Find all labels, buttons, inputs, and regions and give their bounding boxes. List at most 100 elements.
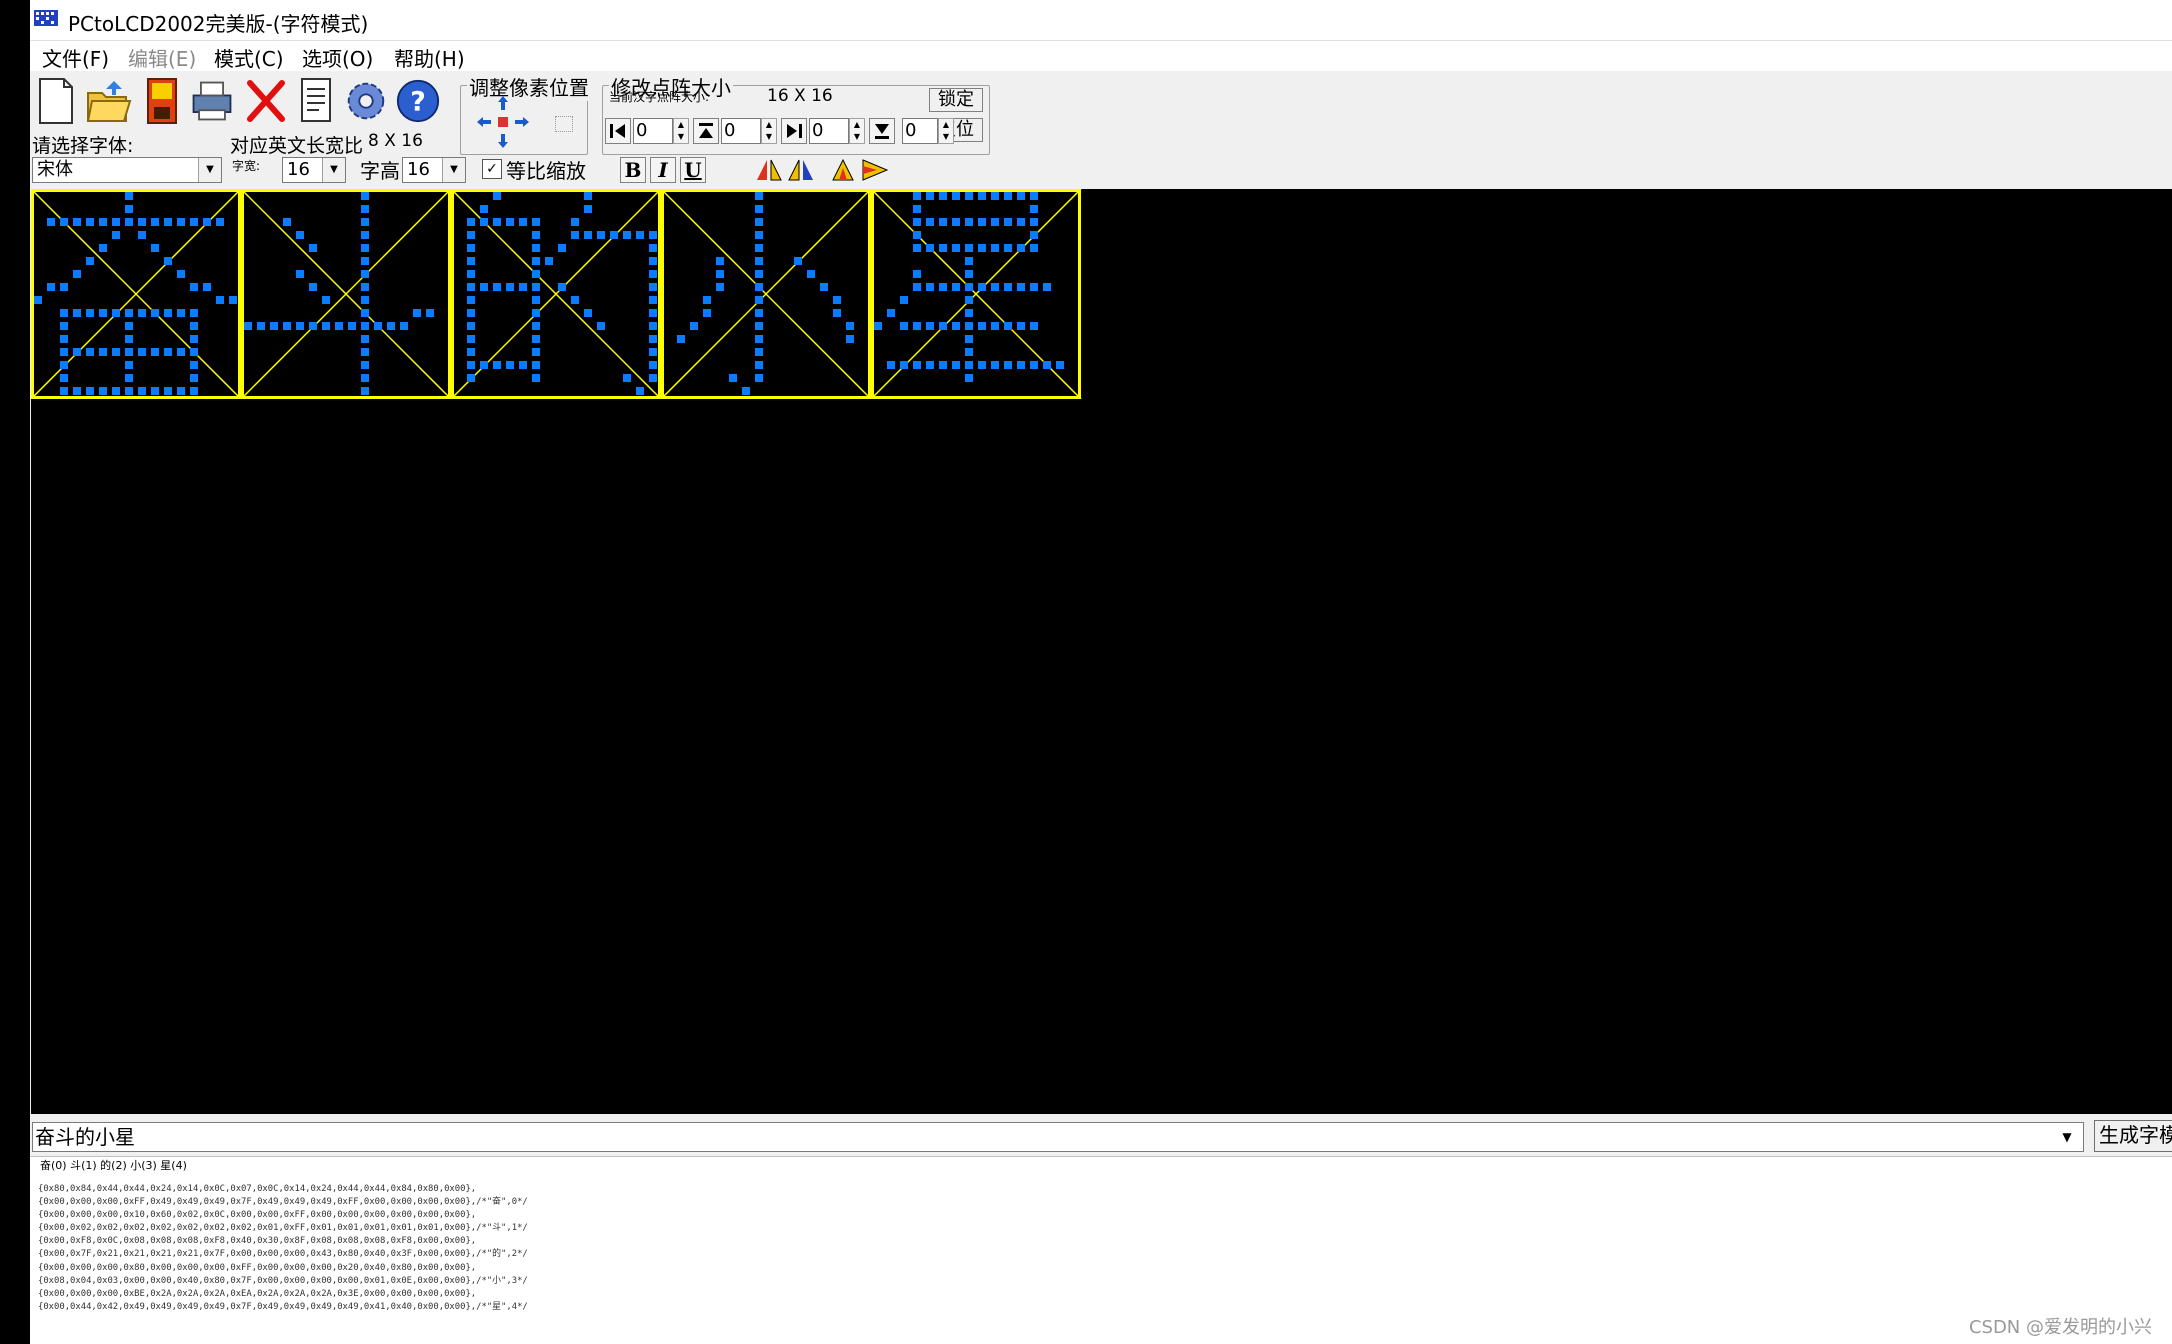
glyph-dot [913, 361, 921, 369]
rotate-icon[interactable] [786, 157, 816, 183]
glyph-dot [519, 218, 527, 226]
menu-options[interactable]: 选项(O) [302, 43, 373, 72]
glyph-dot [1004, 192, 1012, 200]
glyph-dot [926, 218, 934, 226]
bottom-margin-input[interactable]: 0 [902, 118, 938, 144]
open-folder-icon[interactable] [84, 73, 132, 129]
settings-gear-icon[interactable] [342, 73, 390, 129]
glyph-dot [1030, 361, 1038, 369]
glyph-dot [480, 218, 488, 226]
bold-button[interactable]: B [620, 157, 646, 183]
glyph-dot [60, 335, 68, 343]
help-icon[interactable]: ? [394, 73, 442, 129]
glyph-dot [467, 257, 475, 265]
glyph-dot [926, 361, 934, 369]
glyph-cell[interactable] [450, 189, 662, 399]
proportional-checkbox[interactable]: ✓ [482, 159, 502, 179]
left-margin-spinner[interactable]: ▲ ▼ [673, 118, 689, 144]
glyph-dot [86, 218, 94, 226]
glyph-cell[interactable] [870, 189, 1082, 399]
glyph-dot [649, 309, 657, 317]
width-combobox[interactable]: 16 ▼ [282, 157, 346, 183]
glyph-dot [1030, 322, 1038, 330]
glyph-dot [216, 218, 224, 226]
generate-font-button[interactable]: 生成字模 [2094, 1120, 2172, 1152]
dot-matrix-canvas[interactable] [31, 189, 2172, 1114]
glyph-cell[interactable] [240, 189, 452, 399]
character-input[interactable]: 奋斗的小星 [32, 1122, 2084, 1152]
right-margin-spinner[interactable]: ▲ ▼ [849, 118, 865, 144]
glyph-dot [532, 335, 540, 343]
glyph-dot [965, 218, 973, 226]
height-label: 字高 [360, 159, 400, 183]
chevron-down-icon[interactable]: ▼ [322, 158, 345, 182]
glyph-dot [138, 348, 146, 356]
save-icon[interactable] [138, 73, 186, 129]
mirror-vertical-icon[interactable] [828, 157, 858, 183]
output-char-tabs[interactable]: 奋(0) 斗(1) 的(2) 小(3) 星(4) [40, 1157, 187, 1173]
current-size-label: 当前汉字点阵大小: [609, 90, 710, 104]
chevron-down-icon[interactable]: ▼ [2052, 1123, 2082, 1151]
glyph-dot [99, 218, 107, 226]
new-file-icon[interactable] [32, 73, 80, 129]
width-combobox-value: 16 [287, 159, 310, 180]
glyph-dot [584, 309, 592, 317]
output-code-line: {0x00,0x02,0x02,0x02,0x02,0x02,0x02,0x02… [38, 1223, 528, 1234]
glyph-dot [952, 218, 960, 226]
output-code-text[interactable]: {0x80,0x84,0x44,0x44,0x24,0x14,0x0C,0x07… [38, 1183, 528, 1314]
glyph-dot [887, 361, 895, 369]
glyph-dot [1004, 361, 1012, 369]
print-icon[interactable] [188, 73, 236, 129]
top-margin-spinner[interactable]: ▲ ▼ [761, 118, 777, 144]
glyph-dot [151, 387, 159, 395]
left-margin-input[interactable]: 0 [633, 118, 673, 144]
glyph-dot [952, 283, 960, 291]
shift-up-icon[interactable] [693, 118, 719, 144]
top-margin-input[interactable]: 0 [721, 118, 761, 144]
chevron-down-icon[interactable]: ▼ [198, 158, 221, 182]
watermark: CSDN @爱发明的小兴 [1968, 1317, 2152, 1338]
height-combobox[interactable]: 16 ▼ [402, 157, 466, 183]
notepad-icon[interactable] [292, 73, 340, 129]
glyph-dot [991, 218, 999, 226]
glyph-dot [112, 348, 120, 356]
flip-horizontal-icon[interactable] [754, 157, 784, 183]
menu-edit[interactable]: 编辑(E) [128, 43, 196, 72]
menu-file[interactable]: 文件(F) [42, 43, 109, 72]
shift-down-icon[interactable] [869, 118, 895, 144]
bottom-margin-spinner[interactable]: ▲ ▼ [938, 118, 954, 144]
menu-help[interactable]: 帮助(H) [394, 43, 465, 72]
glyph-dot [846, 322, 854, 330]
shift-left-icon[interactable] [605, 118, 631, 144]
glyph-dot [112, 309, 120, 317]
menu-mode[interactable]: 模式(C) [214, 43, 284, 72]
glyph-dot [571, 296, 579, 304]
glyph-dot [900, 322, 908, 330]
glyph-dot [506, 218, 514, 226]
glyph-dot [493, 361, 501, 369]
glyph-dot [649, 270, 657, 278]
underline-button[interactable]: U [680, 157, 706, 183]
glyph-cell[interactable] [660, 189, 872, 399]
glyph-dot [138, 218, 146, 226]
glyph-dot [190, 348, 198, 356]
lock-button[interactable]: 锁定 [929, 88, 983, 112]
glyph-dot [584, 192, 592, 200]
delete-icon[interactable] [242, 73, 290, 129]
glyph-dot [794, 257, 802, 265]
pixel-shift-arrows-icon[interactable] [475, 94, 541, 150]
glyph-dot [571, 218, 579, 226]
glyph-dot [532, 309, 540, 317]
font-combobox[interactable]: 宋体 ▼ [32, 157, 222, 183]
glyph-grid[interactable] [31, 189, 1091, 399]
app-logo-icon [34, 10, 58, 26]
shift-right-icon[interactable] [781, 118, 807, 144]
italic-button[interactable]: I [650, 157, 676, 183]
chevron-down-icon[interactable]: ▼ [442, 158, 465, 182]
glyph-dot [900, 296, 908, 304]
right-margin-input[interactable]: 0 [809, 118, 849, 144]
invert-icon[interactable] [860, 157, 890, 183]
proportional-label: 等比缩放 [506, 159, 586, 183]
window-title: PCtoLCD2002完美版-(字符模式) [68, 12, 369, 36]
glyph-cell[interactable] [31, 189, 242, 399]
